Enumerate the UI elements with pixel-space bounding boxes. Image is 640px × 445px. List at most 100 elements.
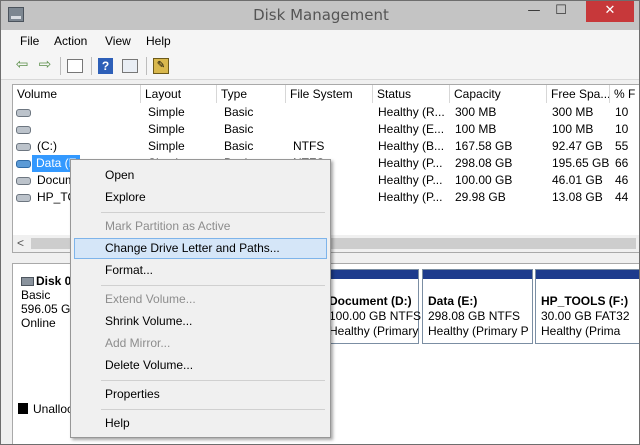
cell-volume: (C:) [37,139,57,153]
menu-view[interactable]: View [105,34,131,48]
cell-percent-free: 66 [615,156,629,170]
column-percent-free[interactable]: % F [610,85,639,103]
minimize-button[interactable]: — [521,1,547,22]
cell-type: Basic [224,139,254,153]
menu-item-mark-partition-active[interactable]: Mark Partition as Active [74,216,327,237]
cell-capacity: 100 MB [455,122,497,136]
cell-free-space: 92.47 GB [552,139,603,153]
cell-type: Basic [224,122,254,136]
partition-name: HP_TOOLS (F:) [541,294,629,308]
column-file-system[interactable]: File System [286,85,373,103]
menu-separator [101,409,325,410]
partition-size: 30.00 GB FAT32 [541,309,630,323]
partition-data[interactable]: Data (E:) 298.08 GB NTFS Healthy (Primar… [422,269,533,344]
menu-item-change-drive-letter[interactable]: Change Drive Letter and Paths... [74,238,327,259]
drive-icon [16,109,31,117]
menu-separator [101,212,325,213]
cell-percent-free: 44 [615,190,629,204]
cell-status: Healthy (P... [378,156,443,170]
cell-capacity: 100.00 GB [455,173,513,187]
column-capacity[interactable]: Capacity [450,85,547,103]
drive-icon [16,194,31,202]
drive-icon [16,143,31,151]
table-row[interactable]: (C:) Simple Basic NTFS Healthy (B... 167… [13,138,639,155]
column-volume[interactable]: Volume [13,85,141,103]
cell-free-space: 13.08 GB [552,190,603,204]
cell-file-system [289,121,373,138]
cell-layout: Simple [148,122,185,136]
menu-item-delete-volume[interactable]: Delete Volume... [74,355,327,376]
partition-status: Healthy (Primary [329,324,419,338]
disk-name: Disk 0 [36,274,72,288]
cell-free-space: 195.65 GB [552,156,610,170]
cell-capacity: 29.98 GB [455,190,506,204]
maximize-button[interactable]: ☐ [548,1,574,22]
close-button[interactable]: ✕ [586,1,634,22]
cell-percent-free: 46 [615,173,629,187]
cell-free-space: 100 MB [552,122,594,136]
legend-unallocated-label: Unalloc [33,402,74,416]
menu-item-add-mirror[interactable]: Add Mirror... [74,333,327,354]
unallocated-swatch [18,403,28,414]
cell-volume [33,121,141,138]
cell-layout: Simple [148,139,185,153]
column-layout[interactable]: Layout [141,85,217,103]
menu-bar: File Action View Help [1,30,639,52]
drive-icon [16,126,31,134]
menu-action[interactable]: Action [54,34,87,48]
cell-capacity: 300 MB [455,105,497,119]
help-icon[interactable]: ? [98,58,113,74]
column-type[interactable]: Type [217,85,286,103]
menu-item-extend-volume[interactable]: Extend Volume... [74,289,327,310]
forward-arrow-icon[interactable]: ⇨ [35,56,55,75]
cell-file-system [289,104,373,121]
menu-file[interactable]: File [20,34,39,48]
menu-item-explore[interactable]: Explore [74,187,327,208]
scroll-left-icon[interactable]: < [17,236,24,250]
cell-percent-free: 10 [615,105,629,119]
toolbar-separator [91,57,92,75]
menu-separator [101,380,325,381]
toolbar: ⇦ ⇨ ? ✎ [1,52,639,80]
partition-size: 100.00 GB NTFS [329,309,422,323]
cell-percent-free: 10 [615,122,629,136]
legend: Unalloc [18,402,73,416]
partition-status: Healthy (Primary P [428,324,529,338]
partition-hp-tools[interactable]: HP_TOOLS (F:) 30.00 GB FAT32 Healthy (Pr… [535,269,639,344]
table-row[interactable]: Simple Basic Healthy (R... 300 MB 300 MB… [13,104,639,121]
menu-item-format[interactable]: Format... [74,260,327,281]
column-status[interactable]: Status [373,85,450,103]
drive-icon [16,160,31,168]
context-menu: Open Explore Mark Partition as Active Ch… [70,159,331,438]
menu-item-properties[interactable]: Properties [74,384,327,405]
cell-layout: Simple [148,105,185,119]
partition-bar [536,270,639,279]
menu-item-help[interactable]: Help [74,413,327,434]
menu-item-open[interactable]: Open [74,165,327,186]
cell-percent-free: 55 [615,139,629,153]
list-view-icon[interactable] [122,59,138,73]
toolbar-separator [60,57,61,75]
menu-separator [101,285,325,286]
cell-type: Basic [224,105,254,119]
cell-status: Healthy (R... [378,105,445,119]
cell-status: Healthy (E... [378,122,445,136]
partition-bar [423,270,532,279]
partition-name: Document (D:) [329,294,412,308]
cell-free-space: 46.01 GB [552,173,603,187]
cell-status: Healthy (P... [378,190,443,204]
toolbar-separator [146,57,147,75]
partition-size: 298.08 GB NTFS [428,309,521,323]
back-arrow-icon[interactable]: ⇦ [12,56,32,75]
disk-management-window: Disk Management — ☐ ✕ File Action View H… [0,0,640,445]
table-row[interactable]: Simple Basic Healthy (E... 100 MB 100 MB… [13,121,639,138]
column-free-space[interactable]: Free Spa... [547,85,610,103]
partition-status: Healthy (Prima [541,324,621,338]
properties-icon[interactable]: ✎ [153,58,169,74]
title-bar: Disk Management — ☐ ✕ [1,1,639,30]
cell-capacity: 298.08 GB [455,156,513,170]
menu-item-shrink-volume[interactable]: Shrink Volume... [74,311,327,332]
cell-volume [33,104,141,121]
menu-help[interactable]: Help [146,34,171,48]
console-tree-icon[interactable] [67,59,83,73]
